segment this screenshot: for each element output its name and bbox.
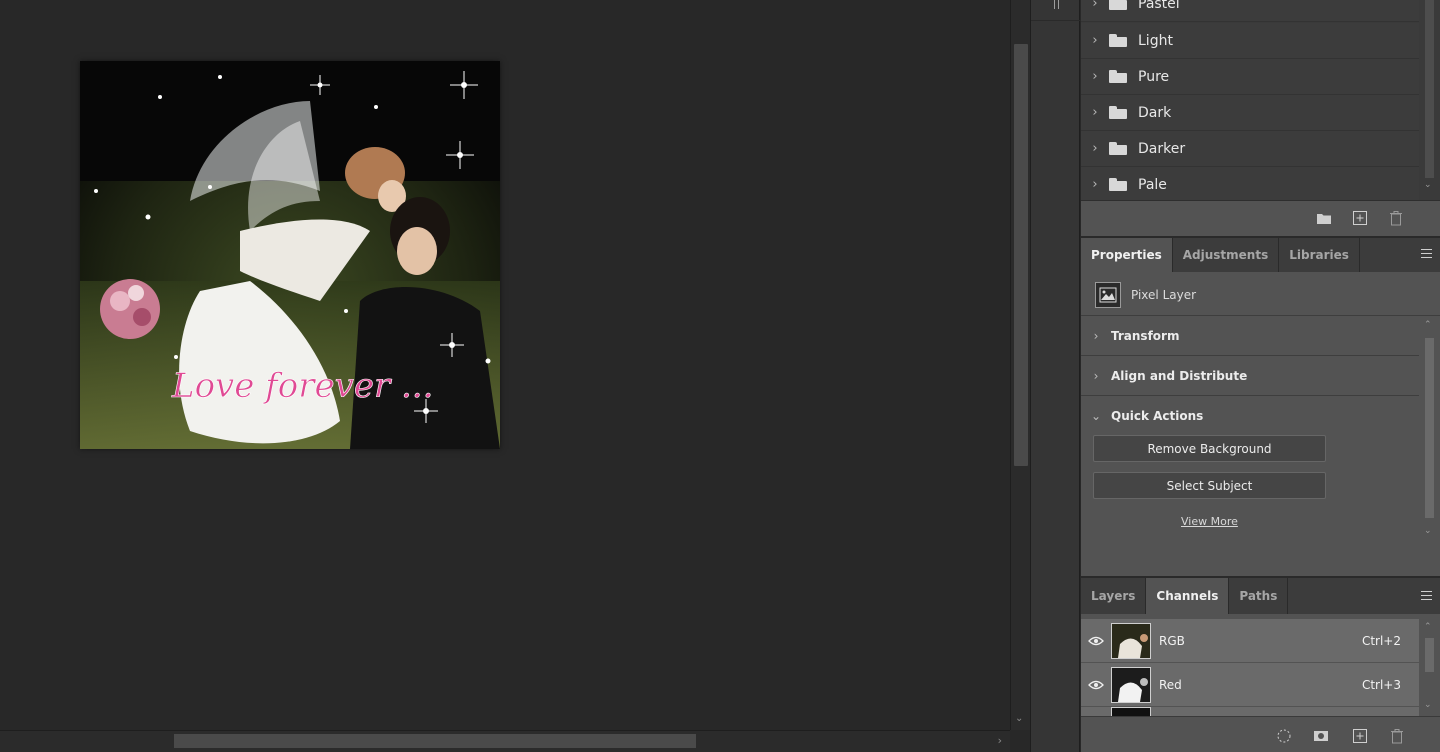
folder-icon <box>1109 178 1127 191</box>
canvas-horizontal-scrollbar[interactable]: › <box>0 730 1010 752</box>
transform-title: Transform <box>1111 328 1180 343</box>
channel-row-red[interactable]: Red Ctrl+3 <box>1081 663 1419 707</box>
channel-thumbnail <box>1111 666 1151 703</box>
tab-channels[interactable]: Channels <box>1146 578 1230 614</box>
scroll-down-arrow-icon[interactable]: ⌄ <box>1424 700 1432 710</box>
chevron-right-icon[interactable]: › <box>1081 369 1111 383</box>
tab-layers[interactable]: Layers <box>1081 578 1147 614</box>
right-panel-column: › Pastel › Light › Pure › Dark › Darker … <box>1081 0 1440 752</box>
document-canvas[interactable]: Love forever ... <box>0 0 1010 730</box>
channel-thumbnail <box>1111 622 1151 659</box>
chevron-right-icon[interactable]: › <box>1081 329 1111 343</box>
chevron-right-icon[interactable]: › <box>1081 177 1109 192</box>
channels-tabbar: Layers Channels Paths <box>1081 578 1440 614</box>
app-window: Love forever ... ⌄ › || › Pastel › Light <box>0 0 1440 752</box>
view-more-link[interactable]: View More <box>1181 515 1238 528</box>
new-channel-icon[interactable] <box>1352 728 1368 744</box>
channel-shortcut: Ctrl+3 <box>1361 677 1401 692</box>
quick-actions-section[interactable]: ⌄ Quick Actions <box>1081 396 1419 436</box>
transform-section[interactable]: › Transform <box>1081 316 1419 356</box>
chevron-down-icon[interactable]: ⌄ <box>1081 409 1111 423</box>
channels-scroll-thumb[interactable] <box>1425 638 1434 672</box>
save-selection-channel-icon[interactable] <box>1313 728 1329 744</box>
photo-illustration: Love forever ... <box>80 61 500 449</box>
pixel-layer-icon <box>1095 281 1121 308</box>
folder-icon <box>1109 106 1127 119</box>
swatches-footer <box>1081 200 1440 234</box>
scroll-up-arrow-icon[interactable]: ⌃ <box>1424 622 1432 632</box>
channel-name: Red <box>1159 677 1182 692</box>
chevron-right-icon[interactable]: › <box>1081 141 1109 156</box>
layer-type-label: Pixel Layer <box>1131 287 1197 302</box>
swatch-group-label: Pure <box>1138 68 1170 85</box>
collapsed-panel-dock: || <box>1030 0 1081 752</box>
folder-icon <box>1109 70 1127 83</box>
swatches-scrollbar[interactable]: ⌄ <box>1419 0 1440 200</box>
properties-tabbar: Properties Adjustments Libraries <box>1081 238 1440 272</box>
new-group-folder-icon[interactable] <box>1316 210 1332 226</box>
remove-background-button[interactable]: Remove Background <box>1093 435 1326 462</box>
scroll-right-arrow-icon[interactable]: › <box>998 734 1002 747</box>
tab-adjustments[interactable]: Adjustments <box>1173 238 1280 272</box>
dock-grip-icon[interactable]: || <box>1053 0 1061 10</box>
tab-paths[interactable]: Paths <box>1229 578 1289 614</box>
trash-icon[interactable] <box>1388 210 1404 226</box>
tab-libraries[interactable]: Libraries <box>1279 238 1360 272</box>
scroll-up-arrow-icon[interactable]: ⌃ <box>1424 320 1432 330</box>
swatch-group-row[interactable]: › Darker <box>1081 131 1419 167</box>
canvas-hscroll-thumb[interactable] <box>174 734 696 748</box>
chevron-right-icon[interactable]: › <box>1081 105 1109 120</box>
chevron-right-icon[interactable]: › <box>1081 69 1109 84</box>
swatch-group-label: Darker <box>1138 140 1186 157</box>
swatch-group-row[interactable]: › Pale <box>1081 167 1419 203</box>
document-image[interactable]: Love forever ... <box>80 61 500 449</box>
panel-menu-icon[interactable] <box>1421 249 1432 258</box>
panel-menu-icon[interactable] <box>1421 591 1432 600</box>
select-subject-button[interactable]: Select Subject <box>1093 472 1326 499</box>
folder-icon <box>1109 0 1127 10</box>
layer-type-row: Pixel Layer <box>1081 274 1440 316</box>
scroll-down-arrow-icon[interactable]: ⌄ <box>1015 713 1023 724</box>
channel-row-rgb[interactable]: RGB Ctrl+2 <box>1081 619 1419 663</box>
trash-icon[interactable] <box>1389 728 1405 744</box>
swatch-group-row[interactable]: › Pastel <box>1081 0 1419 22</box>
love-forever-text: Love forever ... <box>171 366 433 406</box>
chevron-right-icon[interactable]: › <box>1081 0 1109 11</box>
channels-scrollbar[interactable]: ⌃ ⌄ <box>1419 616 1440 716</box>
swatch-group-row[interactable]: › Light <box>1081 23 1419 59</box>
channels-panel: Layers Channels Paths RGB Ctrl+2 Red Ctr… <box>1081 576 1440 752</box>
tab-properties[interactable]: Properties <box>1081 238 1173 272</box>
swatch-group-label: Pale <box>1138 176 1167 193</box>
dock-divider <box>1031 20 1081 21</box>
folder-icon <box>1109 142 1127 155</box>
align-distribute-title: Align and Distribute <box>1111 368 1248 383</box>
swatches-panel: › Pastel › Light › Pure › Dark › Darker … <box>1081 0 1440 203</box>
swatch-group-label: Pastel <box>1138 0 1180 12</box>
properties-panel: Properties Adjustments Libraries Pixel L… <box>1081 236 1440 576</box>
canvas-vscroll-thumb[interactable] <box>1014 44 1028 466</box>
channel-shortcut: Ctrl+2 <box>1361 633 1401 648</box>
swatch-group-row[interactable]: › Dark <box>1081 95 1419 131</box>
canvas-vertical-scrollbar[interactable]: ⌄ <box>1010 0 1030 730</box>
swatch-group-label: Dark <box>1138 104 1172 121</box>
folder-icon <box>1109 34 1127 47</box>
quick-actions-title: Quick Actions <box>1111 409 1204 423</box>
properties-scrollbar[interactable]: ⌃ ⌄ <box>1419 318 1440 544</box>
swatch-group-row[interactable]: › Pure <box>1081 59 1419 95</box>
swatches-scroll-thumb[interactable] <box>1425 0 1434 178</box>
scroll-down-arrow-icon[interactable]: ⌄ <box>1424 526 1432 536</box>
scroll-down-arrow-icon[interactable]: ⌄ <box>1424 180 1432 190</box>
eye-visibility-icon[interactable] <box>1081 663 1111 707</box>
eye-visibility-icon[interactable] <box>1081 619 1111 663</box>
chevron-right-icon[interactable]: › <box>1081 33 1109 48</box>
properties-scroll-thumb[interactable] <box>1425 338 1434 518</box>
swatch-group-label: Light <box>1138 32 1173 49</box>
channel-name: RGB <box>1159 633 1185 648</box>
load-selection-icon[interactable] <box>1276 728 1292 744</box>
align-distribute-section[interactable]: › Align and Distribute <box>1081 356 1419 396</box>
new-swatch-icon[interactable] <box>1352 210 1368 226</box>
channels-footer <box>1081 716 1440 752</box>
